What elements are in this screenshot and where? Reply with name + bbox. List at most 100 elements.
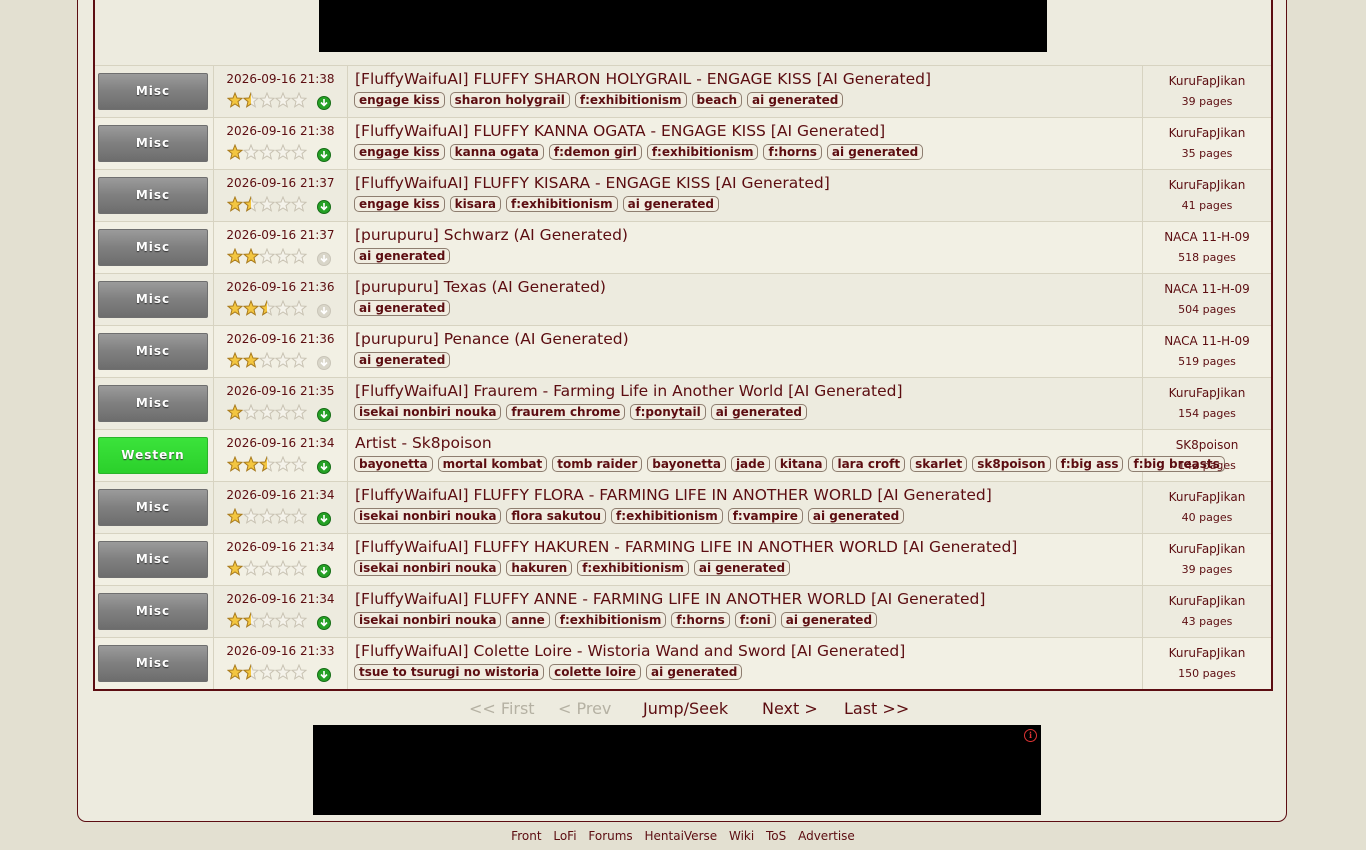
tag-link[interactable]: colette loire xyxy=(549,664,642,680)
gallery-title-link[interactable]: [FluffyWaifuAI] FLUFFY SHARON HOLYGRAIL … xyxy=(355,70,1142,88)
tag-link[interactable]: bayonetta xyxy=(354,456,433,472)
gallery-title-link[interactable]: [purupuru] Schwarz (AI Generated) xyxy=(355,226,1142,244)
tag-link[interactable]: beach xyxy=(691,92,743,108)
tag-link[interactable]: mortal kombat xyxy=(437,456,548,472)
tag-link[interactable]: f:ponytail xyxy=(630,404,706,420)
tag-link[interactable]: f:exhibitionism xyxy=(554,612,667,628)
footer-link-wiki[interactable]: Wiki xyxy=(729,829,754,843)
category-button[interactable]: Misc xyxy=(98,177,208,214)
category-button[interactable]: Misc xyxy=(98,385,208,422)
jump-seek-link[interactable]: Jump/Seek xyxy=(643,699,728,718)
uploader-link[interactable]: NACA 11-H-09 xyxy=(1143,282,1271,296)
uploader-link[interactable]: KuruFapJikan xyxy=(1143,490,1271,504)
footer-link-front[interactable]: Front xyxy=(511,829,541,843)
next-page-link[interactable]: Next > xyxy=(762,699,818,718)
tag-link[interactable]: ai generated xyxy=(780,612,878,628)
tag-link[interactable]: tsue to tsurugi no wistoria xyxy=(354,664,545,680)
tag-link[interactable]: kanna ogata xyxy=(449,144,544,160)
tag-link[interactable]: f:exhibitionism xyxy=(611,508,723,524)
tag-link[interactable]: tomb raider xyxy=(552,456,643,472)
download-icon[interactable] xyxy=(317,564,331,578)
uploader-link[interactable]: SK8poison xyxy=(1143,438,1271,452)
gallery-title-link[interactable]: [purupuru] Texas (AI Generated) xyxy=(355,278,1142,296)
tag-link[interactable]: flora sakutou xyxy=(506,508,607,524)
tag-link[interactable]: hakuren xyxy=(506,560,573,576)
tag-link[interactable]: f:big ass xyxy=(1055,456,1124,472)
tag-link[interactable]: ai generated xyxy=(646,664,743,680)
download-icon[interactable] xyxy=(317,512,331,526)
gallery-title-link[interactable]: [FluffyWaifuAI] FLUFFY ANNE - FARMING LI… xyxy=(355,590,1142,608)
uploader-link[interactable]: KuruFapJikan xyxy=(1143,74,1271,88)
tag-link[interactable]: ai generated xyxy=(622,196,719,212)
tag-link[interactable]: f:exhibitionism xyxy=(574,92,687,108)
tag-link[interactable]: ai generated xyxy=(354,248,451,264)
tag-link[interactable]: ai generated xyxy=(747,92,844,108)
category-button[interactable]: Misc xyxy=(98,125,208,162)
download-icon[interactable] xyxy=(317,668,331,682)
gallery-title-link[interactable]: [FluffyWaifuAI] FLUFFY KISARA - ENGAGE K… xyxy=(355,174,1142,192)
tag-link[interactable]: f:vampire xyxy=(727,508,803,524)
category-button[interactable]: Misc xyxy=(98,645,208,682)
tag-link[interactable]: fraurem chrome xyxy=(506,404,626,420)
gallery-title-link[interactable]: [purupuru] Penance (AI Generated) xyxy=(355,330,1142,348)
uploader-link[interactable]: NACA 11-H-09 xyxy=(1143,230,1271,244)
tag-link[interactable]: ai generated xyxy=(710,404,807,420)
tag-link[interactable]: ai generated xyxy=(807,508,905,524)
uploader-link[interactable]: KuruFapJikan xyxy=(1143,646,1271,660)
tag-link[interactable]: engage kiss xyxy=(354,92,445,108)
gallery-title-link[interactable]: Artist - Sk8poison xyxy=(355,434,1142,452)
tag-link[interactable]: f:exhibitionism xyxy=(577,560,689,576)
tag-link[interactable]: f:exhibitionism xyxy=(506,196,618,212)
uploader-link[interactable]: KuruFapJikan xyxy=(1143,594,1271,608)
download-icon[interactable] xyxy=(317,408,331,422)
bottom-ad-banner[interactable]: i xyxy=(313,725,1041,815)
ad-info-icon[interactable]: i xyxy=(1024,729,1037,742)
tag-link[interactable]: kitana xyxy=(774,456,828,472)
category-button[interactable]: Western xyxy=(98,437,208,474)
tag-link[interactable]: isekai nonbiri nouka xyxy=(354,560,502,576)
tag-link[interactable]: engage kiss xyxy=(354,196,445,212)
uploader-link[interactable]: KuruFapJikan xyxy=(1143,542,1271,556)
tag-link[interactable]: ai generated xyxy=(354,352,451,368)
download-icon[interactable] xyxy=(317,148,331,162)
tag-link[interactable]: bayonetta xyxy=(647,456,726,472)
category-button[interactable]: Misc xyxy=(98,541,208,578)
footer-link-advertise[interactable]: Advertise xyxy=(798,829,855,843)
tag-link[interactable]: f:demon girl xyxy=(548,144,642,160)
tag-link[interactable]: isekai nonbiri nouka xyxy=(354,508,502,524)
tag-link[interactable]: lara croft xyxy=(832,456,906,472)
gallery-title-link[interactable]: [FluffyWaifuAI] Colette Loire - Wistoria… xyxy=(355,642,1142,660)
footer-link-tos[interactable]: ToS xyxy=(766,829,786,843)
uploader-link[interactable]: KuruFapJikan xyxy=(1143,126,1271,140)
tag-link[interactable]: sk8poison xyxy=(972,456,1051,472)
gallery-title-link[interactable]: [FluffyWaifuAI] FLUFFY HAKUREN - FARMING… xyxy=(355,538,1142,556)
download-icon[interactable] xyxy=(317,616,331,630)
gallery-title-link[interactable]: [FluffyWaifuAI] FLUFFY KANNA OGATA - ENG… xyxy=(355,122,1142,140)
category-button[interactable]: Misc xyxy=(98,229,208,266)
tag-link[interactable]: skarlet xyxy=(910,456,968,472)
tag-link[interactable]: kisara xyxy=(449,196,502,212)
download-icon[interactable] xyxy=(317,96,331,110)
tag-link[interactable]: f:oni xyxy=(734,612,776,628)
tag-link[interactable]: ai generated xyxy=(826,144,924,160)
tag-link[interactable]: sharon holygrail xyxy=(449,92,570,108)
category-button[interactable]: Misc xyxy=(98,333,208,370)
download-icon[interactable] xyxy=(317,200,331,214)
uploader-link[interactable]: NACA 11-H-09 xyxy=(1143,334,1271,348)
tag-link[interactable]: ai generated xyxy=(693,560,791,576)
tag-link[interactable]: isekai nonbiri nouka xyxy=(354,404,502,420)
tag-link[interactable]: f:horns xyxy=(671,612,730,628)
uploader-link[interactable]: KuruFapJikan xyxy=(1143,386,1271,400)
category-button[interactable]: Misc xyxy=(98,73,208,110)
gallery-title-link[interactable]: [FluffyWaifuAI] Fraurem - Farming Life i… xyxy=(355,382,1142,400)
category-button[interactable]: Misc xyxy=(98,593,208,630)
tag-link[interactable]: engage kiss xyxy=(354,144,445,160)
category-button[interactable]: Misc xyxy=(98,489,208,526)
category-button[interactable]: Misc xyxy=(98,281,208,318)
last-page-link[interactable]: Last >> xyxy=(844,699,909,718)
gallery-title-link[interactable]: [FluffyWaifuAI] FLUFFY FLORA - FARMING L… xyxy=(355,486,1142,504)
tag-link[interactable]: isekai nonbiri nouka xyxy=(354,612,502,628)
download-icon[interactable] xyxy=(317,460,331,474)
tag-link[interactable]: anne xyxy=(506,612,550,628)
tag-link[interactable]: f:exhibitionism xyxy=(646,144,759,160)
